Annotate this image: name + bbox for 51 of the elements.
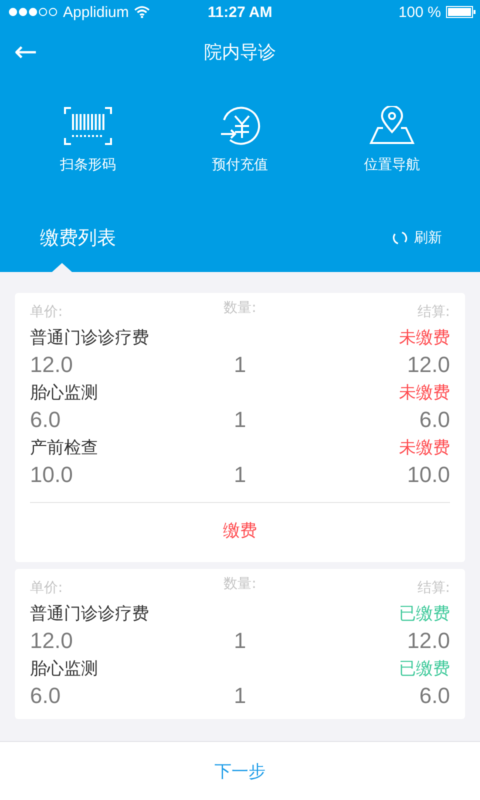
unit-price: 12.0 bbox=[30, 628, 74, 654]
column-header: 结算: bbox=[417, 579, 450, 598]
pay-button[interactable]: 缴费 bbox=[203, 503, 277, 554]
quantity: 1 bbox=[234, 406, 246, 432]
unit-price: 12.0 bbox=[30, 352, 74, 378]
map-pin-icon bbox=[369, 106, 415, 146]
refresh-icon bbox=[392, 230, 408, 246]
wifi-icon bbox=[134, 6, 150, 18]
column-header: 数量: bbox=[224, 299, 256, 318]
status-time: 11:27 AM bbox=[208, 4, 272, 20]
column-header: 数量: bbox=[224, 575, 256, 594]
payment-status: 未缴费 bbox=[399, 327, 450, 349]
payment-status: 已缴费 bbox=[399, 658, 450, 680]
total-amount: 6.0 bbox=[418, 682, 450, 708]
unit-price: 6.0 bbox=[30, 682, 62, 708]
quantity: 1 bbox=[234, 682, 246, 708]
barcode-icon bbox=[63, 106, 113, 146]
action-button[interactable]: 位置导航 bbox=[332, 106, 452, 174]
item-name: 产前检查 bbox=[30, 437, 98, 459]
tab-pointer bbox=[52, 263, 72, 272]
back-button[interactable]: ← bbox=[14, 38, 38, 66]
action-button[interactable]: 预付充值 bbox=[180, 106, 300, 174]
total-amount: 10.0 bbox=[406, 462, 450, 488]
carrier-name: Applidium bbox=[63, 4, 129, 20]
payment-status: 已缴费 bbox=[399, 603, 450, 625]
column-header: 结算: bbox=[417, 303, 450, 322]
item-name: 普通门诊诊疗费 bbox=[30, 327, 149, 349]
unit-price: 6.0 bbox=[30, 406, 62, 432]
next-step-button[interactable]: 下一步 bbox=[198, 754, 282, 788]
payment-status: 未缴费 bbox=[399, 382, 450, 404]
item-name: 胎心监测 bbox=[30, 658, 98, 680]
yen-circle-icon bbox=[218, 106, 262, 146]
total-amount: 12.0 bbox=[406, 628, 450, 654]
page-title: 院内导诊 bbox=[204, 41, 276, 64]
refresh-button[interactable]: 刷新 bbox=[392, 229, 442, 247]
column-header: 单价: bbox=[30, 579, 63, 598]
total-amount: 12.0 bbox=[406, 352, 450, 378]
battery-icon bbox=[446, 6, 476, 18]
action-button[interactable]: 扫条形码 bbox=[28, 106, 148, 174]
item-name: 普通门诊诊疗费 bbox=[30, 603, 149, 625]
quantity: 1 bbox=[234, 352, 246, 378]
quantity: 1 bbox=[234, 628, 246, 654]
section-title: 缴费列表 bbox=[40, 226, 116, 251]
payment-status: 未缴费 bbox=[399, 437, 450, 459]
item-name: 胎心监测 bbox=[30, 382, 98, 404]
total-amount: 6.0 bbox=[418, 406, 450, 432]
quantity: 1 bbox=[234, 462, 246, 488]
unit-price: 10.0 bbox=[30, 462, 74, 488]
column-header: 单价: bbox=[30, 303, 63, 322]
signal-icon bbox=[8, 7, 58, 17]
battery-level: 100 % bbox=[398, 4, 441, 20]
